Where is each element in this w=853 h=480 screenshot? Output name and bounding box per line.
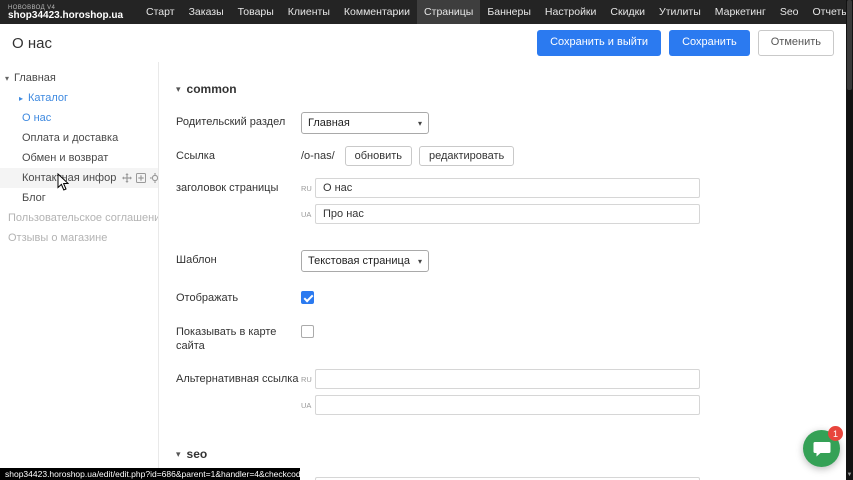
nav-item-seo[interactable]: Seo	[773, 0, 806, 24]
store-domain: shop34423.horoshop.ua	[8, 11, 123, 22]
parent-section-select[interactable]: Главная ▾	[301, 112, 429, 134]
lang-ua-tag: UA	[301, 210, 312, 219]
add-page-icon[interactable]	[136, 173, 146, 183]
chat-widget-button[interactable]: 1	[803, 430, 840, 467]
chevron-down-icon[interactable]: ▾	[2, 74, 12, 83]
display-label: Отображать	[176, 288, 301, 306]
tree-label: Каталог	[28, 92, 68, 104]
lang-ua-tag: UA	[301, 401, 312, 410]
nav-item-utilities[interactable]: Утилиты	[652, 0, 708, 24]
sidebar-item-about[interactable]: О нас	[0, 108, 158, 128]
sidebar-item-store-reviews[interactable]: Отзывы о магазине	[0, 228, 158, 248]
tree-label: Главная	[14, 72, 56, 84]
sidebar-item-blog[interactable]: Блог	[0, 188, 158, 208]
nav-item-pages[interactable]: Страницы	[417, 0, 480, 24]
nav-item-start[interactable]: Старт	[139, 0, 182, 24]
chat-icon	[813, 441, 831, 457]
nav-item-marketing[interactable]: Маркетинг	[708, 0, 773, 24]
nav-item-clients[interactable]: Клиенты	[281, 0, 337, 24]
nav-item-settings[interactable]: Настройки	[538, 0, 604, 24]
save-and-exit-button[interactable]: Сохранить и выйти	[537, 30, 661, 55]
scrollbar-thumb[interactable]	[847, 0, 852, 90]
tree-label: Контактная инфор	[22, 172, 116, 184]
chevron-right-icon[interactable]: ▸	[16, 94, 26, 103]
page-edit-form: ▾ common Родительский раздел Главная ▾ С…	[158, 62, 846, 480]
lang-ru-tag: RU	[301, 184, 312, 193]
nav-item-comments[interactable]: Комментарии	[337, 0, 417, 24]
chevron-down-icon: ▾	[176, 84, 181, 95]
sidebar-item-payment-delivery[interactable]: Оплата и доставка	[0, 128, 158, 148]
alt-link-ru-input[interactable]	[315, 369, 700, 389]
template-value: Текстовая страница	[308, 255, 410, 267]
nav-item-orders[interactable]: Заказы	[182, 0, 231, 24]
tree-label: Блог	[22, 192, 46, 204]
nav-item-discounts[interactable]: Скидки	[603, 0, 652, 24]
pages-tree-sidebar: ▾ Главная ▸ Каталог О нас Оплата и доста…	[0, 62, 158, 480]
top-bar: НОВОВВОД V4 shop34423.horoshop.ua Старт …	[0, 0, 846, 24]
sidebar-item-home[interactable]: ▾ Главная	[0, 68, 158, 88]
parent-section-value: Главная	[308, 117, 350, 129]
statusbar-url: shop34423.horoshop.ua/edit/edit.php?id=6…	[5, 469, 300, 479]
move-icon[interactable]	[122, 173, 132, 183]
template-label: Шаблон	[176, 250, 301, 272]
section-seo-title: seo	[187, 447, 208, 461]
alt-link-label: Альтернативная ссылка	[176, 369, 301, 421]
page-title-ru-input[interactable]	[315, 178, 700, 198]
alt-link-ua-input[interactable]	[315, 395, 700, 415]
sidebar-item-exchange-return[interactable]: Обмен и возврат	[0, 148, 158, 168]
lang-ru-tag: RU	[301, 375, 312, 384]
tree-label: О нас	[22, 112, 51, 124]
nav-item-banners[interactable]: Баннеры	[480, 0, 538, 24]
sidebar-item-contact-info[interactable]: Контактная инфор	[0, 168, 158, 188]
link-update-button[interactable]: обновить	[345, 146, 412, 166]
sidebar-item-catalog[interactable]: ▸ Каталог	[0, 88, 158, 108]
page-title-ua-input[interactable]	[315, 204, 700, 224]
link-preview-statusbar: shop34423.horoshop.ua/edit/edit.php?id=6…	[0, 468, 300, 480]
tree-label: Пользовательское соглашение	[8, 212, 166, 224]
chat-unread-badge: 1	[828, 426, 843, 441]
page-header: О нас Сохранить и выйти Сохранить Отмени…	[0, 24, 846, 62]
chevron-down-icon: ▾	[176, 449, 181, 460]
link-value: /o-nas/	[301, 146, 335, 162]
tree-label: Обмен и возврат	[22, 152, 108, 164]
page-title: О нас	[12, 35, 52, 52]
store-brand[interactable]: НОВОВВОД V4 shop34423.horoshop.ua	[0, 3, 133, 22]
save-button[interactable]: Сохранить	[669, 30, 750, 55]
sitemap-label: Показывать в карте сайта	[176, 322, 301, 354]
main-nav: Старт Заказы Товары Клиенты Комментарии …	[139, 0, 853, 24]
tree-label: Отзывы о магазине	[8, 232, 107, 244]
cancel-button[interactable]: Отменить	[758, 30, 834, 55]
link-edit-button[interactable]: редактировать	[419, 146, 514, 166]
page-scrollbar[interactable]: ▼	[846, 0, 853, 480]
nav-item-products[interactable]: Товары	[231, 0, 281, 24]
sidebar-item-user-agreement[interactable]: Пользовательское соглашение	[0, 208, 158, 228]
scrollbar-down-arrow[interactable]: ▼	[846, 471, 853, 479]
section-common-title: common	[187, 82, 237, 96]
display-checkbox[interactable]	[301, 291, 314, 304]
section-common-header[interactable]: ▾ common	[176, 82, 846, 96]
sitemap-checkbox[interactable]	[301, 325, 314, 338]
page-title-field-label: заголовок страницы	[176, 178, 301, 230]
parent-section-label: Родительский раздел	[176, 112, 301, 134]
chevron-down-icon: ▾	[418, 257, 422, 266]
tree-label: Оплата и доставка	[22, 132, 118, 144]
chevron-down-icon: ▾	[418, 119, 422, 128]
template-select[interactable]: Текстовая страница ▾	[301, 250, 429, 272]
section-seo-header[interactable]: ▾ seo	[176, 447, 846, 461]
link-label: Ссылка	[176, 146, 301, 166]
